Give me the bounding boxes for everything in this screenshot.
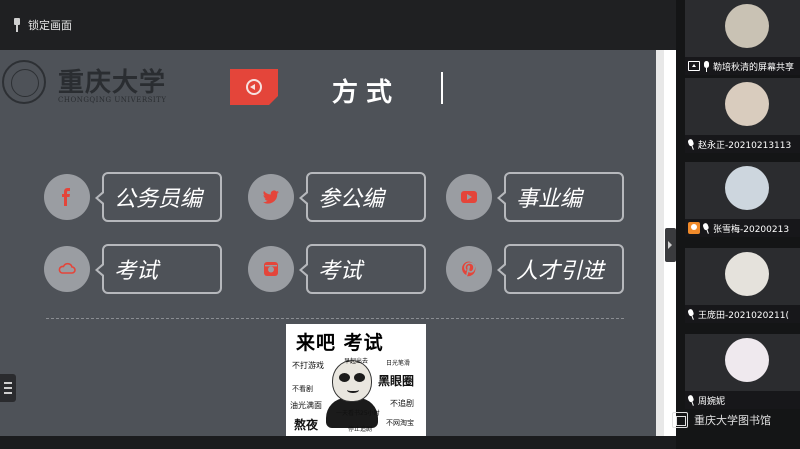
- meme-word: 早起出去: [344, 358, 369, 365]
- title-divider: [441, 72, 443, 104]
- method-label: 考试: [318, 259, 363, 284]
- twitter-icon: [248, 174, 294, 220]
- participant-namebar: 勒培秋清的屏幕共享: [685, 57, 800, 75]
- method-label: 人才引进: [516, 259, 605, 284]
- avatar: [725, 4, 769, 48]
- method-label-box: 人才引进: [497, 244, 624, 294]
- logo-text: 重庆大学: [58, 68, 167, 98]
- method-label-box: 参公编: [299, 172, 426, 222]
- participant-name: 勒培秋清的屏幕共享: [713, 62, 795, 73]
- pinterest-icon: [446, 246, 492, 292]
- mic-icon: [703, 60, 710, 72]
- meme-word: 熬夜: [294, 418, 319, 432]
- side-menu-button[interactable]: [0, 374, 16, 402]
- pin-icon: [12, 18, 22, 32]
- slide-scroll-track: [656, 50, 664, 436]
- meme-word: 不网淘宝: [386, 419, 414, 427]
- participant-tile[interactable]: 勒培秋清的屏幕共享: [685, 0, 800, 75]
- meme-word: 停止追剧: [348, 426, 373, 433]
- method-label: 考试: [114, 259, 159, 284]
- meme-word: 不看剧: [292, 385, 313, 393]
- meme-word: 一天看书25小时: [336, 410, 380, 417]
- participant-name: 王庞田-2021020211(: [698, 310, 790, 321]
- avatar: [725, 338, 769, 382]
- collapse-panel-button[interactable]: [665, 228, 676, 262]
- mic-muted-icon: [686, 394, 696, 407]
- participants-panel: 勒培秋清的屏幕共享 赵永正-20210213113 张雪梅-20200213 王…: [676, 0, 800, 449]
- participant-namebar: 周婉妮: [685, 391, 800, 409]
- shared-slide: 重庆大学 CHONGQING UNIVERSITY 方式 公务员编 参公编 事业…: [0, 50, 656, 436]
- user-icon: [688, 222, 700, 234]
- youtube-icon: [446, 174, 492, 220]
- instagram-icon: [248, 246, 294, 292]
- method-label: 事业编: [516, 187, 583, 212]
- participant-tile[interactable]: 赵永正-20210213113: [685, 78, 800, 153]
- mic-muted-icon: [686, 308, 696, 321]
- dashed-divider: [46, 318, 624, 319]
- meme-word: 不追剧: [390, 399, 414, 408]
- meme-word: 油光满面: [290, 401, 322, 410]
- avatar: [725, 252, 769, 296]
- participant-namebar: 王庞田-2021020211(: [685, 305, 800, 323]
- university-logo: 重庆大学 CHONGQING UNIVERSITY: [0, 58, 180, 112]
- lock-screen-label: 锁定画面: [28, 19, 72, 32]
- method-label: 公务员编: [114, 187, 203, 212]
- meme-word: 不打游戏: [292, 361, 324, 370]
- back-arrow-icon: [246, 79, 262, 95]
- avatar: [725, 166, 769, 210]
- university-seal-icon: [2, 60, 46, 104]
- participant-name: 张雪梅-20200213: [713, 224, 790, 235]
- top-toolbar: 锁定画面: [0, 0, 676, 50]
- panda-face-icon: [332, 360, 372, 402]
- facebook-icon: [44, 174, 90, 220]
- participant-tile[interactable]: 张雪梅-20200213: [685, 162, 800, 237]
- meme-word: 黑眼圈: [378, 374, 415, 388]
- cloud-icon: [44, 246, 90, 292]
- participant-name: 赵永正-20210213113: [698, 140, 792, 151]
- method-label-box: 事业编: [497, 172, 624, 222]
- method-item-4: 考试: [44, 244, 224, 294]
- watermark-text: 重庆大学图书馆: [694, 414, 771, 427]
- meme-word: 日光笔滑: [386, 360, 411, 367]
- participant-namebar: 张雪梅-20200213: [685, 219, 800, 237]
- meme-image: 来吧 考试 不打游戏 早起出去 日光笔滑 黑眼圈 不看剧 油光满面 不追剧 一天…: [286, 324, 426, 436]
- participant-namebar: 赵永正-20210213113: [685, 135, 800, 153]
- method-item-5: 考试: [248, 244, 428, 294]
- participant-name: 周婉妮: [698, 396, 726, 407]
- mic-muted-icon: [701, 222, 711, 235]
- participant-tile[interactable]: 王庞田-2021020211(: [685, 248, 800, 323]
- method-label-box: 公务员编: [95, 172, 222, 222]
- bottom-bar: [0, 436, 676, 449]
- avatar: [725, 82, 769, 126]
- mic-muted-icon: [686, 138, 696, 151]
- method-label-box: 考试: [95, 244, 222, 294]
- watermark: 重庆大学图书馆: [672, 412, 771, 428]
- slide-title: 方式: [332, 78, 401, 108]
- method-item-1: 公务员编: [44, 172, 224, 222]
- section-tag: [230, 69, 278, 105]
- lock-screen-button[interactable]: 锁定画面: [6, 14, 78, 36]
- library-logo-icon: [672, 412, 688, 428]
- meme-title: 来吧 考试: [296, 332, 384, 354]
- screen-share-icon: [688, 61, 700, 71]
- method-item-6: 人才引进: [446, 244, 626, 294]
- logo-subtext: CHONGQING UNIVERSITY: [58, 96, 167, 104]
- participant-tile[interactable]: 周婉妮: [685, 334, 800, 409]
- meeting-window: 锁定画面 重庆大学 CHONGQING UNIVERSITY 方式 公务员编 参…: [0, 0, 800, 449]
- method-item-3: 事业编: [446, 172, 626, 222]
- method-item-2: 参公编: [248, 172, 428, 222]
- method-label-box: 考试: [299, 244, 426, 294]
- method-label: 参公编: [318, 187, 385, 212]
